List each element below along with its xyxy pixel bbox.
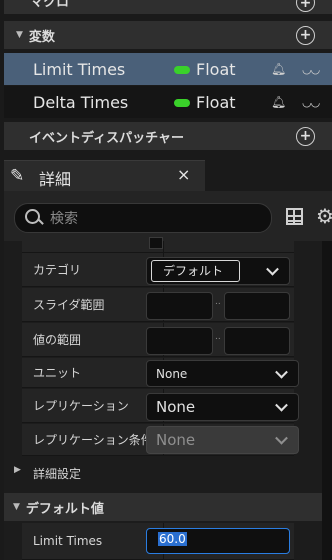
property-row-replication: レプリケーション None [22,389,299,423]
range-separator: .. [215,297,221,307]
add-dispatcher-icon[interactable]: + [296,126,315,146]
table-view-icon[interactable] [286,208,303,225]
settings-gear-icon[interactable]: ⚙ [316,204,332,228]
default-value-text: 60.0 [158,532,187,546]
pencil-icon: ✎ [10,166,25,186]
search-icon [25,209,40,224]
search-row: 検索 ⚙ [4,191,332,241]
macros-section-header[interactable]: マクロ + [4,0,332,14]
replication-dropdown[interactable]: None [146,393,299,421]
variable-type: Float [196,59,236,79]
property-row-partial [22,237,294,253]
details-tab-title: 詳細 [39,170,72,189]
visibility-eye-icon[interactable]: ◡◡ [302,96,320,109]
property-row-replication-condition: レプリケーション条件 None [22,424,299,456]
default-value-input[interactable]: 60.0 [146,528,290,554]
advanced-label: 詳細設定 [33,467,82,481]
category-dropdown[interactable]: デフォルト [146,257,290,285]
replication-bell-icon[interactable]: 🔔︎ [271,95,286,109]
property-row-units: ユニット None [22,358,299,388]
details-panel-tab[interactable]: ✎ 詳細 × [4,160,205,191]
replication-condition-dropdown: None [146,426,299,454]
default-value-section-title: デフォルト値 [25,501,104,517]
replication-value: None [156,398,196,416]
variable-name: Limit Times [33,59,126,79]
default-value-label: Limit Times [33,534,103,548]
replication-condition-label: レプリケーション条件 [33,433,153,447]
chevron-down-icon [275,365,288,379]
chevron-down-icon [275,398,288,412]
property-row-value-range: 値の範囲 .. [22,323,294,357]
variables-section-title: 変数 [28,29,55,45]
units-label: ユニット [33,366,82,380]
value-range-label: 値の範囲 [33,333,82,347]
macros-section-title: マクロ [30,0,70,10]
property-row-default-value: Limit Times 60.0 [22,523,294,560]
category-label: カテゴリ [33,263,82,277]
variable-row[interactable]: Limit Times Float 🔔︎ ◡◡ [4,53,332,85]
variable-name: Delta Times [33,92,129,112]
slider-range-max-input[interactable] [224,292,290,320]
float-type-pill [174,66,190,74]
units-value: None [156,366,188,381]
chevron-down-icon [266,262,279,276]
search-placeholder: 検索 [50,211,78,227]
expand-triangle-icon: ▶ [14,465,21,475]
default-value-section-header[interactable]: ▼ デフォルト値 [4,493,322,521]
property-row-category: カテゴリ デフォルト [22,253,294,287]
search-input[interactable]: 検索 [14,203,272,233]
variable-type: Float [196,92,236,112]
units-dropdown[interactable]: None [146,360,299,387]
variables-section-header[interactable]: ▼ 変数 + [4,21,332,49]
slider-range-min-input[interactable] [146,292,213,320]
replication-label: レプリケーション [33,399,129,413]
add-variable-icon[interactable]: + [296,25,315,45]
panel-scrollbar[interactable] [322,241,332,560]
replication-bell-icon[interactable]: 🔔︎ [271,62,286,76]
value-range-max-input[interactable] [224,327,290,355]
checkbox-partial[interactable] [149,237,163,249]
variable-row[interactable]: Delta Times Float 🔔︎ ◡◡ [4,86,332,118]
close-icon[interactable]: × [177,165,190,184]
property-divider [163,241,164,252]
collapse-triangle-icon: ▼ [16,30,23,40]
dispatchers-section-header[interactable]: イベントディスパッチャー + [4,122,332,150]
collapse-triangle-icon: ▼ [13,502,20,512]
add-macro-icon[interactable]: + [296,0,315,12]
chevron-down-icon [275,431,288,445]
replication-condition-value: None [156,431,196,449]
value-range-min-input[interactable] [146,327,213,355]
search-icon-handle [38,219,44,225]
range-separator: .. [215,332,221,342]
property-row-slider-range: スライダ範囲 .. [22,288,294,322]
category-value: デフォルト [163,264,224,278]
dispatchers-section-title: イベントディスパッチャー [29,130,184,146]
advanced-row[interactable]: ▶ 詳細設定 [4,457,322,487]
visibility-eye-icon[interactable]: ◡◡ [302,63,320,76]
float-type-pill [174,99,190,107]
slider-range-label: スライダ範囲 [33,298,105,312]
